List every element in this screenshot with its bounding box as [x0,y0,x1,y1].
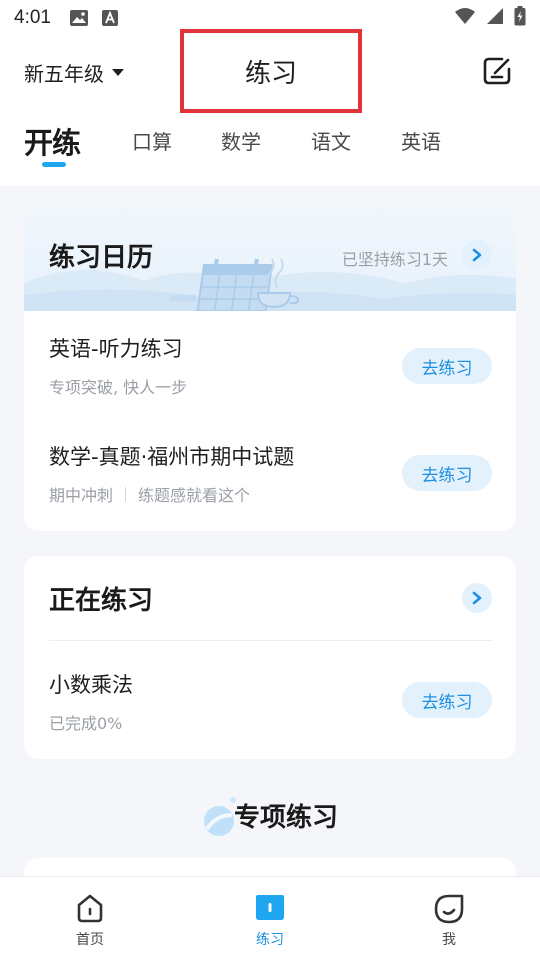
subtitle-text: 练题感就看这个 [138,486,251,505]
go-practice-button[interactable]: 去练习 [402,682,492,718]
nav-home[interactable]: 首页 [40,891,140,949]
nav-practice[interactable]: 练习 [220,891,320,949]
status-time: 4:01 [14,7,51,28]
profile-leaf-icon [434,894,464,924]
wifi-icon [454,7,476,30]
practice-calendar-card: 练习日历 已坚持练习1天 英语-听力练习 专项突破, 快人一步 去练习 数学-真… [24,203,516,531]
nav-me-label: 我 [442,932,456,948]
subtitle-text: 专项突破, 快人一步 [49,378,188,397]
calendar-more-button[interactable] [462,240,492,270]
bottom-nav: 首页 练习 我 [0,876,540,960]
progress-text: 已完成0% [49,714,123,733]
go-practice-button[interactable]: 去练习 [402,348,492,384]
in-progress-item-title[interactable]: 小数乘法 [49,669,133,699]
practice-item-title[interactable]: 数学-真题·福州市期中试题 [49,441,294,471]
tab-english[interactable]: 英语 [401,126,441,155]
tab-kousuan[interactable]: 口算 [132,126,172,155]
active-tab-indicator [42,162,66,167]
header: 新五年级 练习 开练 口算 数学 语文 英语 [0,29,540,186]
text-notification-icon [101,9,119,27]
streak-text[interactable]: 已坚持练习1天 [342,246,448,270]
nav-home-label: 首页 [76,932,104,948]
calendar-title: 练习日历 [49,243,154,273]
tab-math[interactable]: 数学 [221,126,261,155]
battery-icon [514,5,526,31]
caret-down-icon [112,69,124,76]
tab-brand-kailian[interactable]: 开练 [24,120,81,167]
chevron-right-icon [472,591,482,605]
in-progress-item-progress: 已完成0% [49,710,122,734]
divider [125,486,127,502]
book-icon [256,895,284,920]
home-icon [77,894,103,923]
practice-item-subtitle: 专项突破, 快人一步 [49,374,187,398]
signal-icon [486,7,504,30]
brand-tab-label: 开练 [24,126,81,160]
grade-selector[interactable]: 新五年级 [24,58,124,87]
chevron-right-icon [472,248,482,262]
tab-bar: 开练 口算 数学 语文 英语 [0,120,540,170]
go-practice-button[interactable]: 去练习 [402,455,492,491]
grade-label: 新五年级 [24,62,104,86]
bubble-decoration-icon [203,797,236,836]
practice-item-subtitle: 期中冲刺 练题感就看这个 [49,482,250,506]
card-divider [49,640,492,641]
special-practice-heading: 专项练习 [0,790,540,840]
practice-item-title[interactable]: 英语-听力练习 [49,333,183,363]
image-notification-icon [69,9,89,27]
subtitle-tag: 期中冲刺 [49,486,114,505]
in-progress-title: 正在练习 [49,586,154,616]
nav-practice-label: 练习 [256,932,284,948]
page-title: 练习 [180,29,362,113]
nav-me[interactable]: 我 [399,891,499,949]
edit-note-icon[interactable] [482,56,512,86]
in-progress-more-button[interactable] [462,583,492,613]
special-practice-title: 专项练习 [233,802,338,833]
in-progress-card: 正在练习 小数乘法 已完成0% 去练习 [24,556,516,759]
tab-chinese[interactable]: 语文 [311,126,351,155]
